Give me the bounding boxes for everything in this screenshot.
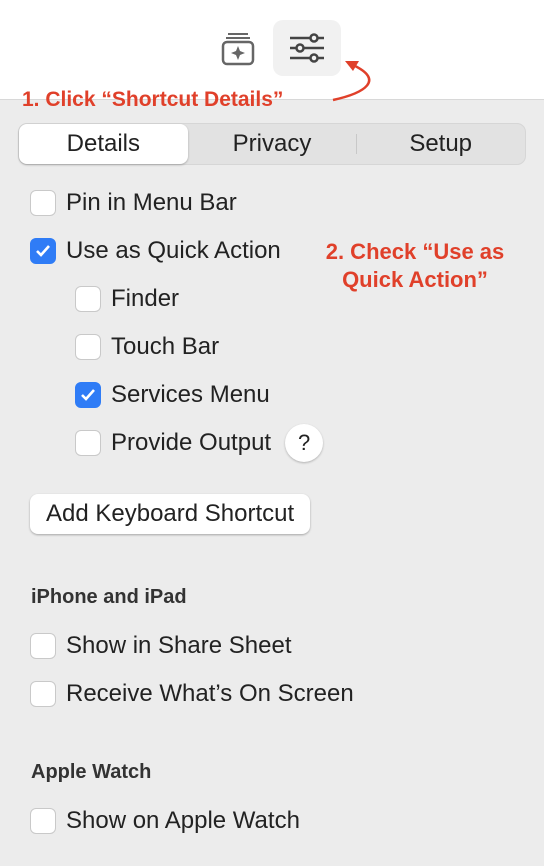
checkbox-label: Finder: [111, 285, 180, 312]
checkbox-label: Provide Output: [111, 429, 272, 456]
iphone-ipad-header: iPhone and iPad: [31, 586, 187, 608]
checkbox[interactable]: [75, 334, 101, 360]
checkbox-label: Show on Apple Watch: [66, 807, 300, 834]
tab-details[interactable]: Details: [19, 124, 188, 164]
checkmark-icon: [36, 245, 50, 257]
provide-output-checkbox[interactable]: Provide Output?: [75, 424, 324, 462]
shortcut-library-button[interactable]: [204, 20, 272, 76]
show-on-apple-watch-checkbox[interactable]: Show on Apple Watch: [30, 804, 300, 838]
shortcut-library-icon: [221, 33, 255, 66]
apple-watch-header: Apple Watch: [31, 761, 152, 783]
sliders-icon: [290, 33, 324, 63]
touch-bar-checkbox[interactable]: Touch Bar: [75, 330, 219, 364]
checkbox-label: Touch Bar: [111, 333, 220, 360]
tab-setup[interactable]: Setup: [356, 124, 525, 164]
checkbox-label: Services Menu: [111, 381, 270, 408]
checkbox-checked[interactable]: [30, 238, 56, 264]
help-button[interactable]: ?: [285, 424, 324, 462]
checkbox[interactable]: [75, 286, 101, 312]
checkbox[interactable]: [30, 633, 56, 659]
checkbox[interactable]: [30, 808, 56, 834]
checkbox-label: Receive What’s On Screen: [66, 680, 354, 707]
annotation-step1: 1. Click “Shortcut Details”: [22, 88, 284, 111]
checkmark-icon: [81, 389, 95, 401]
checkbox-label: Show in Share Sheet: [66, 632, 292, 659]
annotation-arrow: [332, 61, 371, 102]
add-keyboard-shortcut-button[interactable]: Add Keyboard Shortcut: [30, 494, 311, 534]
finder-checkbox[interactable]: Finder: [75, 282, 179, 316]
annotation-line: 2. Check “Use as: [325, 239, 505, 264]
checkbox[interactable]: [75, 430, 101, 456]
checkbox-label: Pin in Menu Bar: [66, 189, 237, 216]
checkbox[interactable]: [30, 681, 56, 707]
services-menu-checkbox[interactable]: Services Menu: [75, 378, 270, 412]
checkbox-checked[interactable]: [75, 382, 101, 408]
tab-privacy[interactable]: Privacy: [188, 124, 357, 164]
pin-in-menu-bar-checkbox[interactable]: Pin in Menu Bar: [30, 186, 237, 220]
receive-whats-on-screen-checkbox[interactable]: Receive What’s On Screen: [30, 677, 354, 711]
annotation-line: Quick Action”: [342, 267, 488, 292]
tab-bar: Details Privacy Setup: [18, 123, 526, 165]
annotation-step2: 2. Check “Use as Quick Action”: [318, 238, 512, 294]
checkbox-label: Use as Quick Action: [66, 237, 281, 264]
show-in-share-sheet-checkbox[interactable]: Show in Share Sheet: [30, 629, 291, 663]
toolbar: [0, 0, 544, 102]
use-as-quick-action-checkbox[interactable]: Use as Quick Action: [30, 234, 281, 268]
checkbox[interactable]: [30, 190, 56, 216]
